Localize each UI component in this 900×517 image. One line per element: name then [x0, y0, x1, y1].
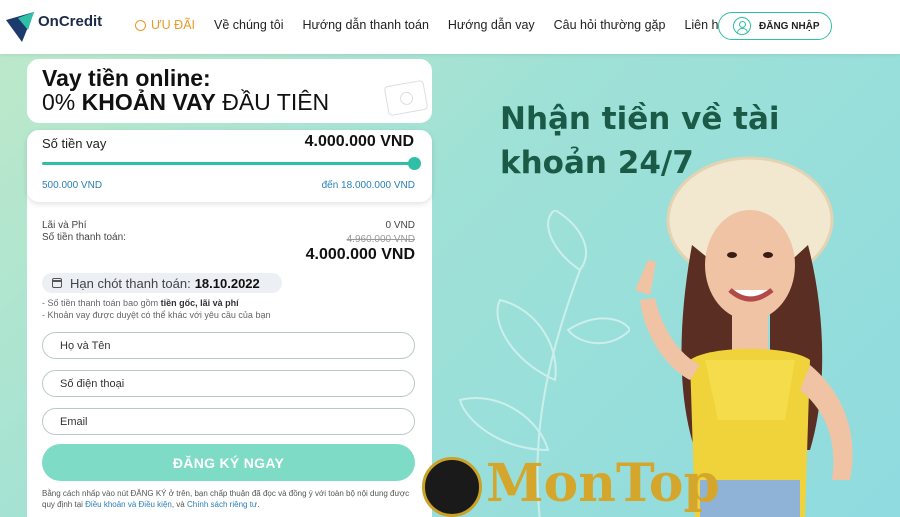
login-button[interactable]: ĐĂNG NHẬP — [718, 12, 832, 40]
nav-item-payment-guide[interactable]: Hướng dẫn thanh toán — [303, 18, 429, 32]
promo-icon — [135, 19, 146, 31]
amount-label: Số tiền vay — [42, 136, 107, 151]
promo-title-line1: Vay tiền online: — [42, 65, 211, 91]
payment-value: 4.000.000 VND — [305, 246, 415, 263]
fee-label: Lãi và Phí — [42, 220, 87, 231]
privacy-link[interactable]: Chính sách riêng tư — [187, 500, 257, 509]
user-icon — [733, 17, 751, 35]
slider-min-label: 500.000 VND — [42, 180, 103, 191]
loan-form: Số tiền vay 4.000.000 VND 500.000 VND đế… — [27, 130, 432, 517]
terms-text: Bằng cách nhấp vào nút ĐĂNG KÝ ở trên, b… — [42, 489, 410, 509]
nav-item-loan-guide[interactable]: Hướng dẫn vay — [448, 18, 535, 32]
amount-slider-handle[interactable] — [408, 157, 421, 170]
nav-item-promo[interactable]: ƯU ĐÃI — [135, 18, 195, 32]
email-field[interactable]: Email — [42, 408, 415, 435]
note-approval: - Khoản vay được duyệt có thể khác với y… — [42, 310, 271, 320]
payment-label: Số tiền thanh toán: — [42, 232, 126, 243]
watermark-emblem-icon — [422, 457, 482, 517]
deadline-label: Hạn chót thanh toán: — [70, 275, 191, 291]
top-header: OnCredit ƯU ĐÃI Về chúng tôi Hướng dẫn t… — [0, 0, 900, 54]
watermark-logo: MonTop — [422, 453, 720, 517]
money-icon — [383, 79, 429, 117]
login-label: ĐĂNG NHẬP — [759, 20, 820, 32]
nav-item-faq[interactable]: Câu hỏi thường gặp — [554, 18, 666, 32]
name-field[interactable]: Họ và Tên — [42, 332, 415, 359]
watermark-text: MonTop — [486, 453, 720, 514]
register-button[interactable]: ĐĂNG KÝ NGAY — [42, 444, 415, 481]
amount-value: 4.000.000 VND — [304, 133, 414, 150]
deadline-date: 18.10.2022 — [194, 275, 260, 291]
terms-link[interactable]: Điều khoản và Điều kiện — [85, 500, 172, 509]
promo-title-line2: 0% KHOẢN VAY ĐẦU TIÊN — [42, 89, 330, 115]
note-payment-includes: - Số tiền thanh toán bao gồm tiền gốc, l… — [42, 298, 239, 308]
promo-title-card: Vay tiền online: 0% KHOẢN VAY ĐẦU TIÊN — [27, 59, 432, 123]
main-nav: ƯU ĐÃI Về chúng tôi Hướng dẫn thanh toán… — [135, 18, 744, 32]
brand-name[interactable]: OnCredit — [38, 13, 102, 30]
deadline-badge: Hạn chót thanh toán: 18.10.2022 — [42, 273, 282, 293]
amount-selector: Số tiền vay 4.000.000 VND 500.000 VND đế… — [27, 130, 432, 202]
phone-field[interactable]: Số điện thoại — [42, 370, 415, 397]
calendar-icon — [52, 278, 62, 288]
nav-item-about[interactable]: Về chúng tôi — [214, 18, 284, 32]
payment-old-value: 4.960.000 VND — [346, 234, 415, 245]
fee-value: 0 VND — [385, 220, 415, 231]
amount-slider-track[interactable] — [42, 162, 415, 165]
slider-max-label: đến 18.000.000 VND — [321, 180, 415, 191]
